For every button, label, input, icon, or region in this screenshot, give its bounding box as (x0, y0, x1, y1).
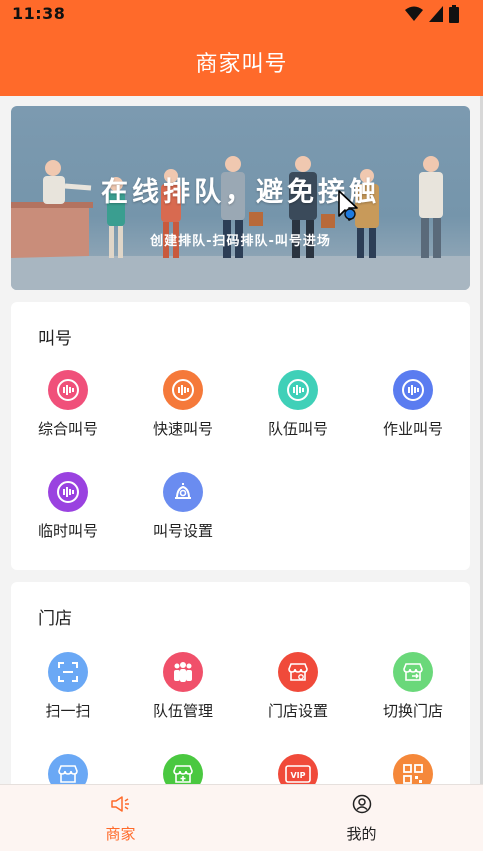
tab-mine-label: 我的 (346, 825, 377, 843)
tab-merchant[interactable]: 商家 (0, 785, 241, 851)
scan-button[interactable]: 扫一扫 (11, 652, 125, 721)
scan-label: 扫一扫 (45, 702, 91, 720)
megaphone-icon (110, 796, 129, 812)
store-switch-icon (393, 652, 433, 692)
battery-icon (449, 5, 459, 23)
wifi-icon (405, 6, 423, 21)
call-settings-label: 叫号设置 (152, 522, 213, 540)
store-section-card: 门店 扫一扫 队伍管理 门店设置 切换门店 VIP (11, 582, 470, 794)
switch-store-label: 切换门店 (382, 702, 443, 720)
banner-subline: 创建排队-扫码排队-叫号进场 (150, 234, 331, 249)
signal-icon (429, 6, 443, 22)
team-call-label: 队伍叫号 (267, 420, 328, 438)
switch-store-button[interactable]: 切换门店 (356, 652, 470, 721)
status-time: 11:38 (12, 4, 66, 23)
sound-wave-icon (48, 472, 88, 512)
call-section-card: 叫号 综合叫号 快速叫号 队伍叫号 作业叫号 临时叫号 叫号设置 (11, 302, 470, 570)
team-management-button[interactable]: 队伍管理 (126, 652, 240, 721)
temporary-call-label: 临时叫号 (37, 522, 98, 540)
comprehensive-call-label: 综合叫号 (37, 420, 98, 438)
status-bar: 11:38 (0, 0, 483, 28)
quick-call-button[interactable]: 快速叫号 (126, 370, 240, 439)
user-icon (352, 794, 371, 814)
quick-call-label: 快速叫号 (152, 420, 213, 438)
mouse-pointer-icon (338, 190, 358, 221)
team-management-label: 队伍管理 (152, 702, 213, 720)
call-section-title: 叫号 (38, 329, 72, 349)
bottom-tabbar: 商家 我的 (0, 784, 483, 851)
store-section-title: 门店 (38, 609, 72, 629)
task-call-button[interactable]: 作业叫号 (356, 370, 470, 439)
page-title: 商家叫号 (195, 52, 288, 77)
banner[interactable]: 在线排队，避免接触 创建排队-扫码排队-叫号进场 (11, 106, 470, 290)
store-settings-icon (278, 652, 318, 692)
svg-text:VIP: VIP (290, 771, 305, 780)
team-call-button[interactable]: 队伍叫号 (241, 370, 355, 439)
comprehensive-call-button[interactable]: 综合叫号 (11, 370, 125, 439)
task-call-label: 作业叫号 (382, 420, 443, 438)
temporary-call-button[interactable]: 临时叫号 (11, 472, 125, 541)
team-icon (163, 652, 203, 692)
bell-settings-icon (163, 472, 203, 512)
sound-wave-icon (48, 370, 88, 410)
sound-wave-icon (163, 370, 203, 410)
store-settings-button[interactable]: 门店设置 (241, 652, 355, 721)
app-header: 商家叫号 (0, 28, 483, 96)
banner-headline: 在线排队，避免接触 (101, 177, 380, 208)
sound-wave-icon (278, 370, 318, 410)
sound-wave-icon (393, 370, 433, 410)
scan-icon (48, 652, 88, 692)
call-settings-button[interactable]: 叫号设置 (126, 472, 240, 541)
tab-mine[interactable]: 我的 (241, 785, 482, 851)
store-settings-label: 门店设置 (267, 702, 328, 720)
tab-merchant-label: 商家 (105, 825, 136, 843)
status-icons (405, 5, 459, 23)
